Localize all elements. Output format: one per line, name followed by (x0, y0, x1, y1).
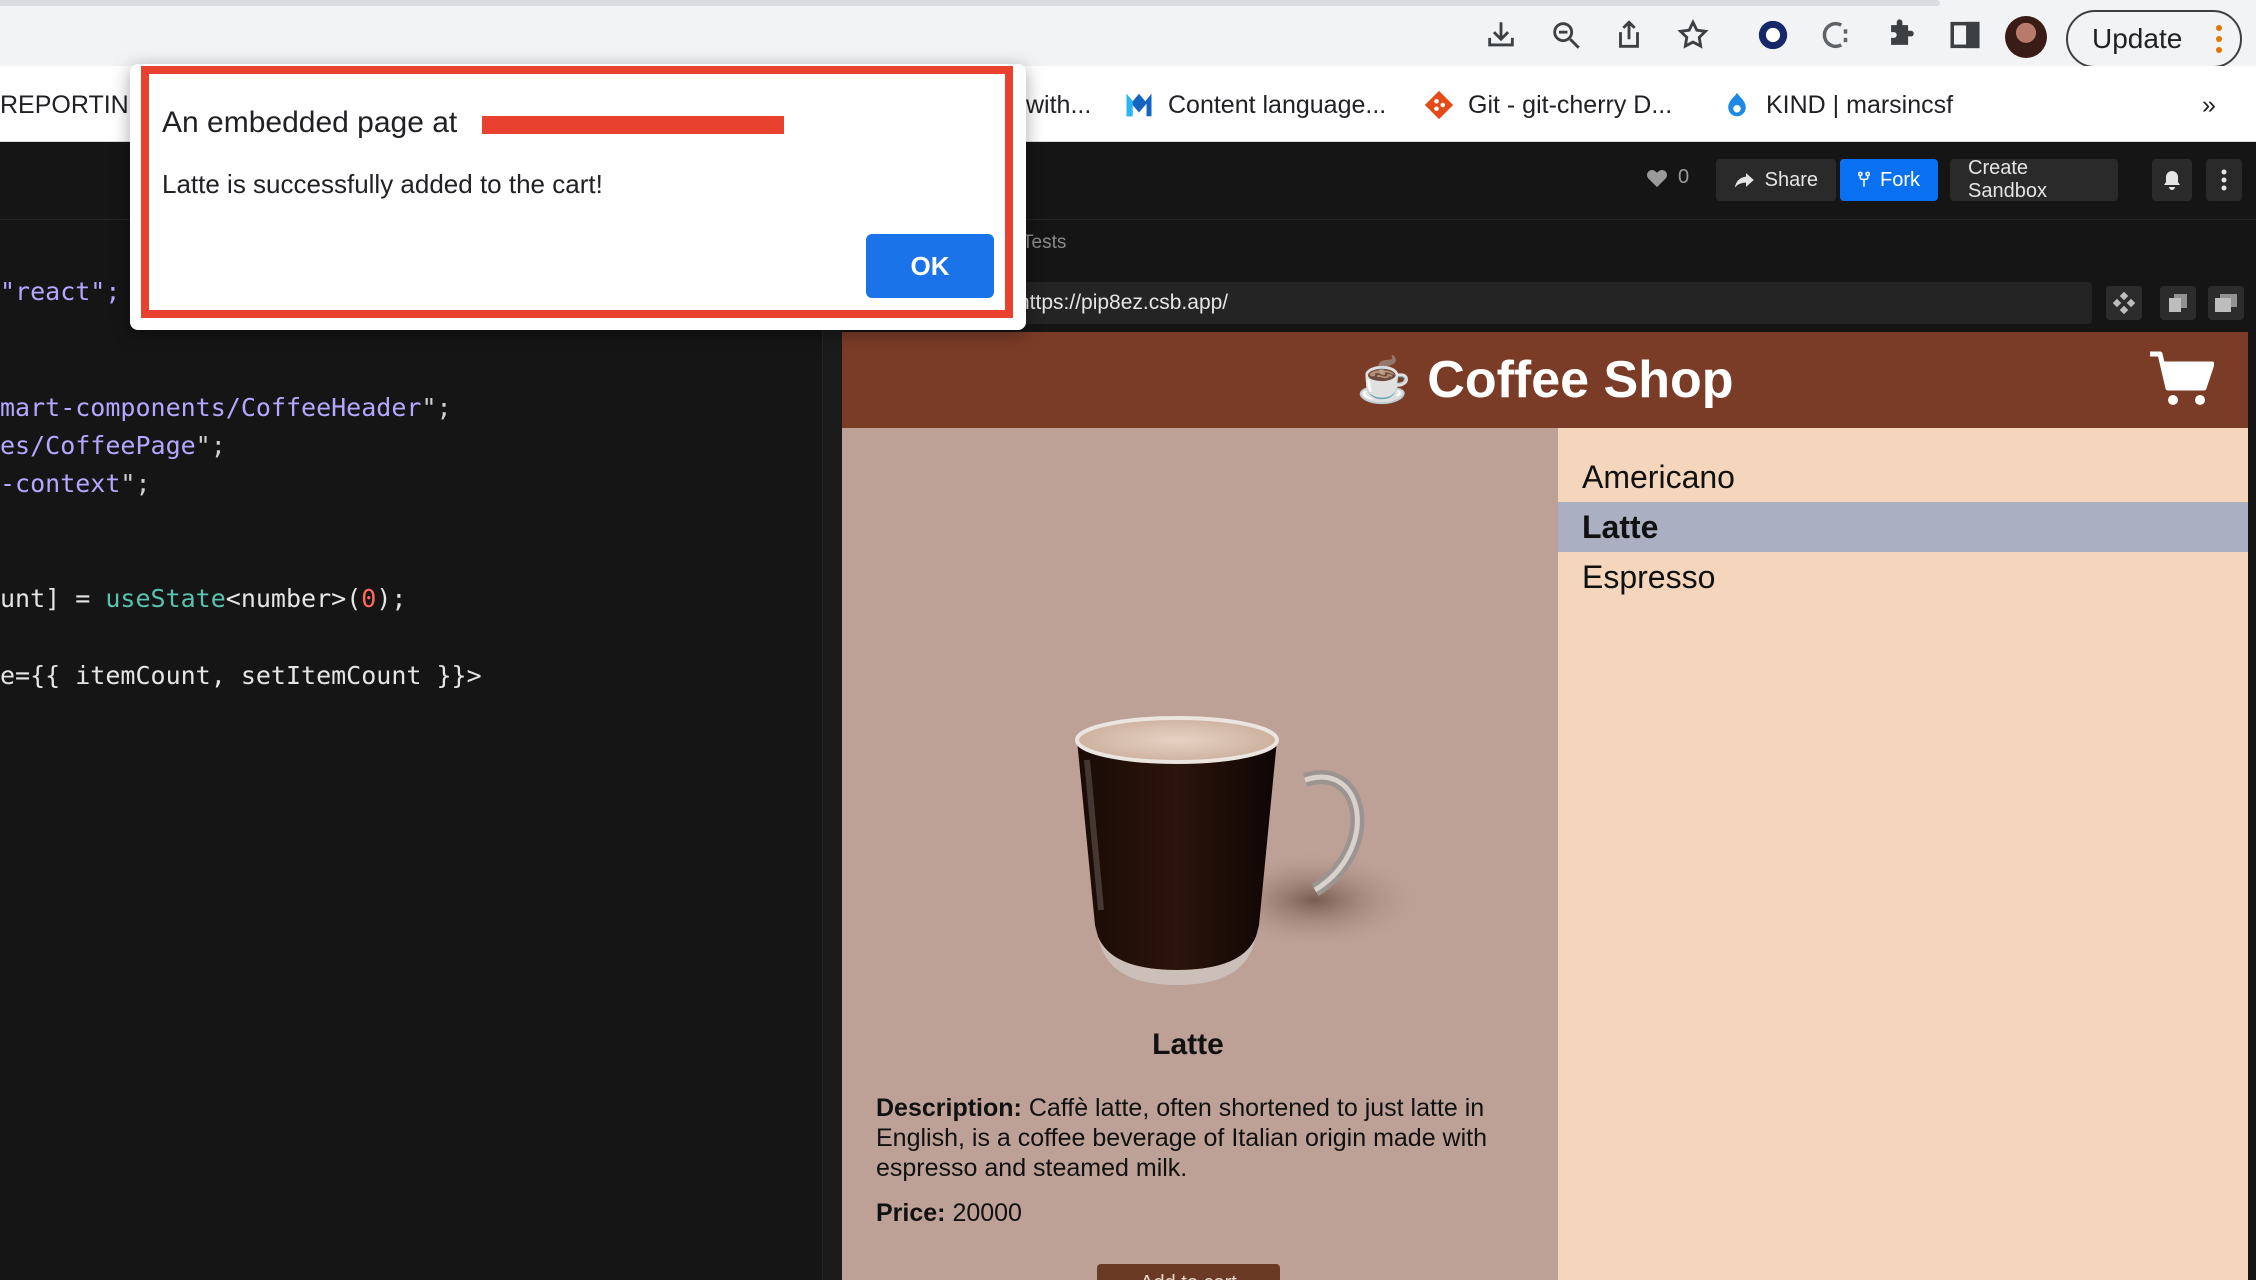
update-label: Update (2092, 23, 2183, 54)
coffee-item-americano[interactable]: Americano (1558, 452, 2248, 502)
more-vert-icon (2216, 25, 2222, 53)
redaction-mark (482, 116, 784, 134)
share-button[interactable]: Share (1716, 159, 1836, 201)
coffee-cup-icon: ☕ (1356, 356, 1412, 405)
like-count: 0 (1678, 166, 1690, 188)
bookmark-kind[interactable]: KIND | marsincsf (1722, 88, 1953, 122)
preview-url-input[interactable]: https://pip8ez.csb.app/ (1010, 282, 2092, 324)
share-arrow-icon (1734, 173, 1754, 188)
alert-heading: An embedded page at (162, 106, 458, 139)
more-vert-icon (2221, 169, 2227, 191)
bookmark-content-language[interactable]: Content language... (1124, 88, 1386, 122)
drupal-icon (1728, 92, 1746, 117)
pane-divider[interactable] (822, 220, 842, 1280)
zoom-out-icon[interactable] (1545, 14, 1587, 56)
fork-label: Fork (1880, 168, 1920, 191)
coffee-name: Latte (1152, 1028, 1224, 1061)
code-token: unt] = (0, 584, 106, 613)
create-sandbox-button[interactable]: Create Sandbox (1950, 157, 2118, 202)
code-line: e={{ itemCount, setItemCount }}> (0, 661, 482, 690)
like-counter[interactable]: 0 (1646, 166, 1689, 189)
bookmark-label: with... (1026, 90, 1092, 119)
m-logo-icon (1126, 93, 1152, 117)
open-window-icon[interactable] (2208, 286, 2244, 320)
coffee-item-label: Americano (1582, 458, 1735, 495)
coffee-item-espresso[interactable]: Espresso (1558, 552, 2248, 602)
tab-tests[interactable]: Tests (1022, 232, 1066, 254)
coffee-item-label: Latte (1582, 508, 1659, 545)
bookmark-label: Git - git-cherry D... (1468, 90, 1673, 119)
split-view-icon[interactable] (2160, 286, 2196, 320)
page-load-bar (0, 0, 1940, 6)
bookmark-label: » (2202, 90, 2216, 119)
alert-message: Latte is successfully added to the cart! (162, 169, 603, 199)
puzzle-icon[interactable] (1880, 14, 1922, 56)
code-line: unt] = useState<number>(0); (0, 584, 406, 613)
app-title: ☕ Coffee Shop (1356, 350, 1733, 410)
coffee-price: Price: 20000 (876, 1199, 1022, 1228)
coffee-item-latte[interactable]: Latte (1558, 502, 2248, 552)
code-token: e={{ itemCount, setItemCount }}> (0, 661, 482, 690)
app-title-text: Coffee Shop (1427, 351, 1734, 409)
create-sandbox-label: Create Sandbox (1968, 157, 2047, 202)
fork-button[interactable]: Fork (1840, 159, 1938, 201)
coffee-image (1075, 716, 1425, 985)
share-label: Share (1764, 168, 1818, 191)
share-icon[interactable] (1608, 14, 1650, 56)
bookmark-reporting[interactable]: REPORTING (0, 88, 148, 122)
more-menu-button[interactable] (2206, 159, 2242, 201)
code-token: useState (105, 584, 226, 613)
star-icon[interactable] (1672, 14, 1714, 56)
code-token: 0 (361, 584, 377, 613)
bookmark-label: Content language... (1168, 90, 1387, 119)
code-token: ); (376, 584, 407, 613)
code-token: mart-components/CoffeeHeader (0, 393, 422, 422)
code-token: <number>( (225, 584, 362, 613)
devtools-icon[interactable] (2106, 286, 2142, 320)
download-icon[interactable] (1480, 14, 1522, 56)
description-label: Description: (876, 1094, 1022, 1122)
price-label: Price: (876, 1199, 946, 1227)
code-token: -context (0, 469, 121, 498)
bookmark-with[interactable]: with... (1026, 88, 1091, 122)
code-token: es/CoffeePage (0, 431, 196, 460)
code-line: "react"; (0, 277, 120, 306)
coffee-item-label: Espresso (1582, 558, 1716, 595)
profile-avatar[interactable] (2005, 16, 2047, 58)
side-panel-icon[interactable] (1944, 14, 1986, 56)
code-token: "react"; (0, 277, 121, 306)
fork-icon (1858, 171, 1870, 187)
update-button[interactable]: Update (2066, 10, 2242, 68)
bookmark-label: REPORTING (0, 90, 149, 119)
extension-c-icon[interactable] (1816, 14, 1858, 56)
price-value: 20000 (952, 1199, 1022, 1227)
add-to-cart-button[interactable]: Add to cart (1097, 1264, 1280, 1280)
bookmark-git-cherry[interactable]: Git - git-cherry D... (1424, 88, 1672, 122)
extension-circle-icon[interactable] (1752, 14, 1794, 56)
shopping-cart-icon[interactable] (2148, 348, 2214, 408)
heart-icon (1646, 169, 1668, 187)
bookmark-overflow[interactable]: » (2202, 88, 2216, 122)
iframe-edge (2248, 332, 2256, 1280)
bell-icon (2164, 171, 2180, 190)
git-icon (1424, 90, 1454, 120)
notifications-button[interactable] (2152, 159, 2192, 201)
bookmark-label: KIND | marsincsf (1766, 90, 1954, 119)
code-editor[interactable]: "react"; mart-components/CoffeeHeader"; … (0, 220, 822, 1280)
alert-ok-button[interactable]: OK (866, 234, 994, 298)
code-line: mart-components/CoffeeHeader"; (0, 393, 452, 422)
code-line: es/CoffeePage"; (0, 431, 226, 460)
app-header: ☕ Coffee Shop (842, 332, 2248, 428)
coffee-description: Description: Caffè latte, often shortene… (876, 1093, 1506, 1183)
code-line: -context"; (0, 469, 151, 498)
